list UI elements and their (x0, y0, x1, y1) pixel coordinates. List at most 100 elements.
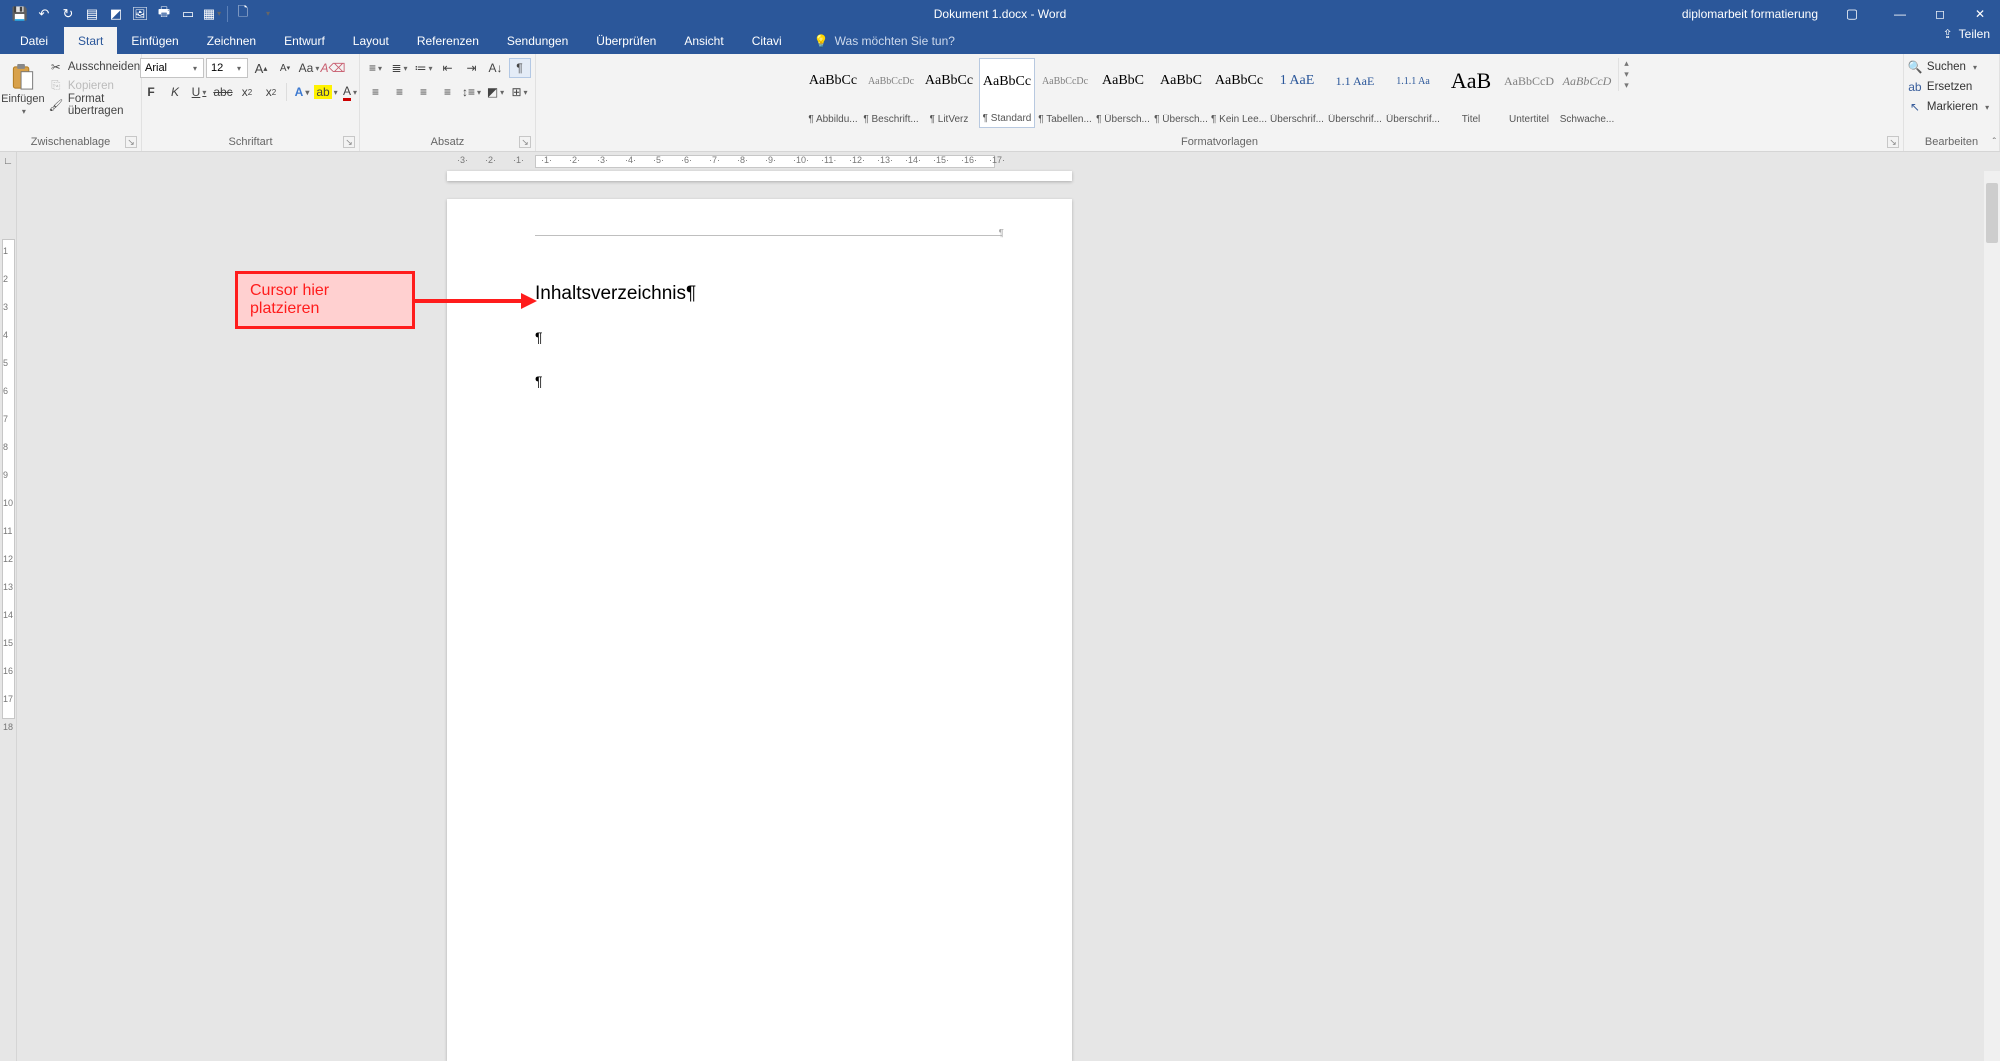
multilevel-list-icon[interactable]: ≔▾ (413, 58, 435, 78)
align-left-icon[interactable]: ≡ (365, 82, 387, 102)
align-center-icon[interactable]: ≡ (389, 82, 411, 102)
underline-icon[interactable]: U▾ (188, 82, 210, 102)
superscript-icon[interactable]: x2 (260, 82, 282, 102)
tell-me-search[interactable]: 💡 Was möchten Sie tun? (814, 27, 955, 54)
tab-selector[interactable]: ∟ (0, 152, 17, 171)
qat-btn-9[interactable]: ▦▾ (200, 0, 224, 27)
qat-btn-5[interactable]: ◩ (104, 0, 128, 27)
save-icon[interactable]: 💾 (8, 0, 32, 27)
styles-more-icon[interactable]: ▾ (1619, 80, 1634, 91)
font-name-combo[interactable]: ▾ (140, 58, 204, 78)
grow-font-icon[interactable]: A▴ (250, 58, 272, 78)
paragraph-mark-2[interactable]: ¶ (535, 373, 1002, 389)
find-button[interactable]: 🔍Suchen▾ (1908, 58, 1977, 76)
increase-indent-icon[interactable]: ⇥ (461, 58, 483, 78)
paste-button[interactable]: Einfügen ▾ (5, 60, 41, 116)
styles-group-label: Formatvorlagen (542, 134, 1897, 151)
scroll-down-icon[interactable]: ▾ (1619, 69, 1634, 80)
share-button[interactable]: ⇪ Teilen (1943, 27, 1990, 41)
italic-icon[interactable]: K (164, 82, 186, 102)
maximize-icon[interactable]: ◻ (1920, 0, 1960, 27)
text-effects-icon[interactable]: A▾ (291, 82, 313, 102)
style-item[interactable]: AaBbCcDSchwache... (1559, 58, 1615, 128)
collapse-ribbon-icon[interactable]: ˆ (1993, 137, 1996, 148)
highlight-icon[interactable]: ab▾ (315, 82, 337, 102)
clear-formatting-icon[interactable]: A⌫ (322, 58, 344, 78)
style-item[interactable]: AaBbCc¶ LitVerz (921, 58, 977, 128)
styles-scroll[interactable]: ▴ ▾ ▾ (1618, 58, 1634, 91)
qat-btn-6[interactable]: 🖼 (128, 0, 152, 27)
sort-icon[interactable]: A↓ (485, 58, 507, 78)
decrease-indent-icon[interactable]: ⇤ (437, 58, 459, 78)
tab-insert[interactable]: Einfügen (117, 27, 192, 54)
tab-references[interactable]: Referenzen (403, 27, 493, 54)
style-item[interactable]: AaBTitel (1443, 58, 1499, 128)
workspace: 123456789101112131415161718 ¶ Inhaltsver… (0, 171, 2000, 1061)
tab-file[interactable]: Datei (4, 27, 64, 54)
scroll-up-icon[interactable]: ▴ (1619, 58, 1634, 69)
redo-icon[interactable]: ↻ (56, 0, 80, 27)
style-item[interactable]: AaBbC¶ Übersch... (1095, 58, 1151, 128)
tab-view[interactable]: Ansicht (670, 27, 737, 54)
tab-design[interactable]: Entwurf (270, 27, 339, 54)
shading-icon[interactable]: ◩▾ (485, 82, 507, 102)
style-item[interactable]: AaBbCc¶ Kein Lee... (1211, 58, 1267, 128)
dialog-launcher-icon[interactable]: ↘ (125, 136, 137, 148)
numbering-icon[interactable]: ≣▾ (389, 58, 411, 78)
select-button[interactable]: ↖Markieren▾ (1908, 98, 1989, 116)
minimize-icon[interactable]: — (1880, 0, 1920, 27)
borders-icon[interactable]: ⊞▾ (509, 82, 531, 102)
style-item[interactable]: AaBbCc¶ Abbildu... (805, 58, 861, 128)
font-size-input[interactable] (211, 62, 233, 74)
style-item[interactable]: 1.1.1 AaÜberschrif... (1385, 58, 1441, 128)
style-item[interactable]: AaBbC¶ Übersch... (1153, 58, 1209, 128)
horizontal-ruler[interactable]: ·3··2··1··1··2··3··4··5··6··7··8··9··10·… (447, 152, 1072, 171)
cut-button[interactable]: ✂Ausschneiden (49, 58, 140, 76)
font-name-input[interactable] (145, 62, 189, 74)
font-size-combo[interactable]: ▾ (206, 58, 248, 78)
style-item[interactable]: 1 AaEÜberschrif... (1269, 58, 1325, 128)
tab-review[interactable]: Überprüfen (582, 27, 670, 54)
strikethrough-icon[interactable]: abc (212, 82, 234, 102)
style-item[interactable]: 1.1 AaEÜberschrif... (1327, 58, 1383, 128)
style-item[interactable]: AaBbCcDUntertitel (1501, 58, 1557, 128)
tab-layout[interactable]: Layout (339, 27, 403, 54)
ribbon-display-options-icon[interactable]: ▢ (1838, 0, 1866, 27)
qat-btn-4[interactable]: ▤ (80, 0, 104, 27)
account-name[interactable]: diplomarbeit formatierung (1682, 7, 1818, 21)
replace-button[interactable]: abErsetzen (1908, 78, 1972, 96)
tab-citavi[interactable]: Citavi (738, 27, 796, 54)
paragraph-mark-1[interactable]: ¶ (535, 329, 1002, 345)
dialog-launcher-icon[interactable]: ↘ (519, 136, 531, 148)
print-icon[interactable]: 🖶 (152, 0, 176, 27)
justify-icon[interactable]: ≡ (437, 82, 459, 102)
tab-draw[interactable]: Zeichnen (193, 27, 270, 54)
line-spacing-icon[interactable]: ↕≡▾ (461, 82, 483, 102)
qat-dropdown-icon[interactable]: ▾ (255, 0, 279, 27)
undo-icon[interactable]: ↶ (32, 0, 56, 27)
bullets-icon[interactable]: ≡▾ (365, 58, 387, 78)
style-item[interactable]: AaBbCc¶ Standard (979, 58, 1035, 128)
subscript-icon[interactable]: x2 (236, 82, 258, 102)
new-doc-icon[interactable]: 🗋 (231, 0, 255, 27)
tab-mailings[interactable]: Sendungen (493, 27, 582, 54)
format-painter-button[interactable]: 🖌Format übertragen (49, 96, 140, 114)
styles-gallery[interactable]: AaBbCc¶ Abbildu...AaBbCcDc¶ Beschrift...… (805, 58, 1616, 128)
vertical-ruler[interactable]: 123456789101112131415161718 (0, 171, 17, 1061)
align-right-icon[interactable]: ≡ (413, 82, 435, 102)
bold-icon[interactable]: F (140, 82, 162, 102)
style-item[interactable]: AaBbCcDc¶ Tabellen... (1037, 58, 1093, 128)
qat-btn-8[interactable]: ▭ (176, 0, 200, 27)
vertical-scrollbar[interactable] (1984, 171, 2000, 1061)
shrink-font-icon[interactable]: A▾ (274, 58, 296, 78)
tab-start[interactable]: Start (64, 27, 117, 54)
dialog-launcher-icon[interactable]: ↘ (1887, 136, 1899, 148)
scrollbar-thumb[interactable] (1986, 183, 1998, 243)
dialog-launcher-icon[interactable]: ↘ (343, 136, 355, 148)
document-page[interactable]: ¶ Inhaltsverzeichnis¶ ¶ ¶ (447, 199, 1072, 1061)
style-item[interactable]: AaBbCcDc¶ Beschrift... (863, 58, 919, 128)
change-case-icon[interactable]: Aa▾ (298, 58, 320, 78)
font-color-icon[interactable]: A▾ (339, 82, 361, 102)
close-icon[interactable]: ✕ (1960, 0, 2000, 27)
show-hide-icon[interactable]: ¶ (509, 58, 531, 78)
